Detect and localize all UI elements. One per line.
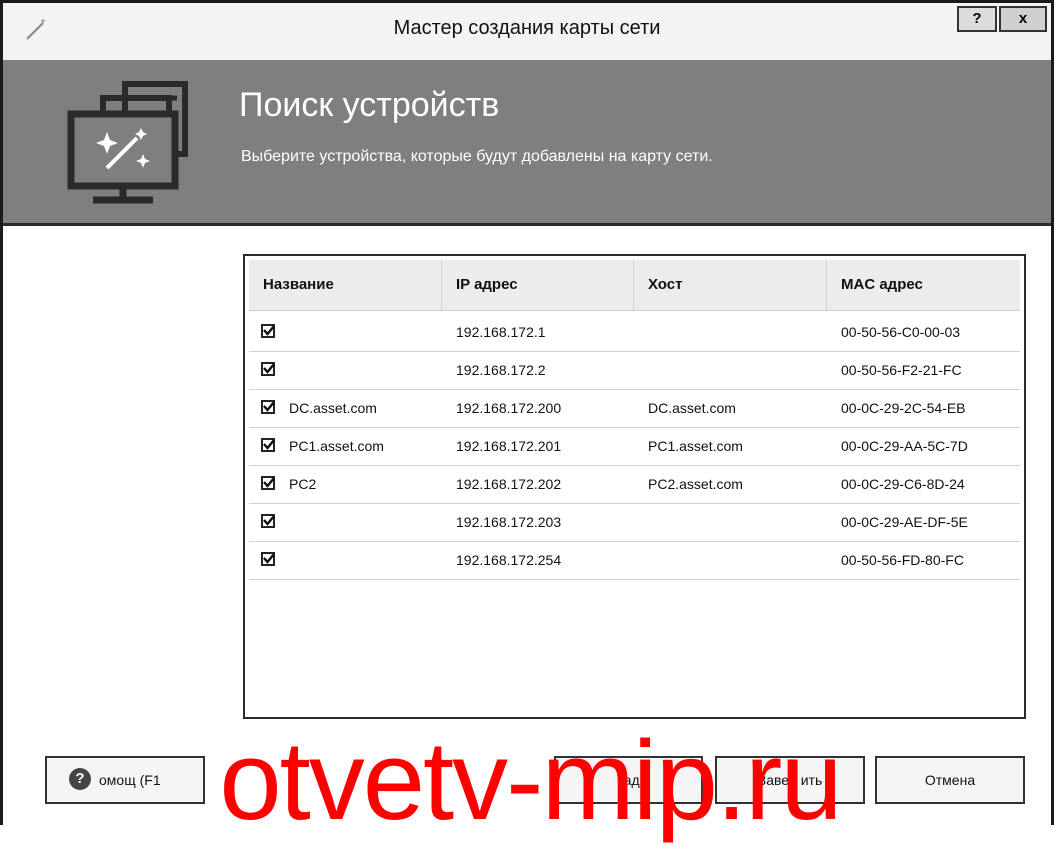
table-row[interactable]: 192.168.172.203 00-0C-29-AE-DF-5E bbox=[249, 504, 1020, 542]
table-row[interactable]: PC1.asset.com 192.168.172.201 PC1.asset.co… bbox=[249, 428, 1020, 466]
ip-address-cell: 192.168.172.200 bbox=[456, 400, 562, 416]
column-header-host[interactable]: Хост bbox=[634, 260, 827, 310]
finish-button[interactable]: Завер ить bbox=[715, 756, 865, 804]
table-row[interactable]: 192.168.172.1 00-50-56-C0-00-03 bbox=[249, 314, 1020, 352]
help-button[interactable]: ? омощ (F1 bbox=[45, 756, 205, 804]
column-header-name[interactable]: Название bbox=[249, 260, 442, 310]
column-header-mac[interactable]: MAC адрес bbox=[827, 260, 1020, 310]
page-subtitle: Выберите устройства, которые будут добав… bbox=[241, 148, 713, 165]
window-title: Мастер создания карты сети bbox=[393, 17, 661, 39]
device-name-cell: DC.asset.com bbox=[289, 400, 377, 416]
host-cell: PC1.asset.com bbox=[648, 438, 743, 454]
ip-address-cell: 192.168.172.202 bbox=[456, 476, 562, 492]
table-row[interactable]: DC.asset.com 192.168.172.200 DC.asset.com 0… bbox=[249, 390, 1020, 428]
mac-address-cell: 00-0C-29-C6-8D-24 bbox=[841, 476, 965, 492]
mac-address-cell: 00-50-56-F2-21-FC bbox=[841, 362, 962, 378]
wizard-window: Мастер создания карты сети ? x Поиск уст… bbox=[0, 0, 1054, 825]
help-title-button[interactable]: ? bbox=[957, 6, 997, 32]
page-title: Поиск устройств bbox=[239, 86, 500, 124]
ip-address-cell: 192.168.172.203 bbox=[456, 514, 562, 530]
ip-address-cell: 192.168.172.2 bbox=[456, 362, 546, 378]
table-row[interactable]: 192.168.172.254 00-50-56-FD-80-FC bbox=[249, 542, 1020, 580]
row-checkbox[interactable] bbox=[261, 400, 275, 414]
mac-address-cell: 00-0C-29-2C-54-EB bbox=[841, 400, 966, 416]
ip-address-cell: 192.168.172.254 bbox=[456, 552, 562, 568]
device-name-cell: PC2 bbox=[289, 476, 317, 492]
mac-address-cell: 00-50-56-FD-80-FC bbox=[841, 552, 964, 568]
help-circle-icon: ? bbox=[69, 768, 91, 790]
row-checkbox[interactable] bbox=[261, 362, 275, 376]
host-cell: PC2.asset.com bbox=[648, 476, 743, 492]
wizard-banner: Поиск устройств Выберите устройства, кот… bbox=[3, 60, 1051, 226]
row-checkbox[interactable] bbox=[261, 514, 275, 528]
ip-address-cell: 192.168.172.1 bbox=[456, 324, 546, 340]
mac-address-cell: 00-0C-29-AA-5C-7D bbox=[841, 438, 968, 454]
close-button[interactable]: x bbox=[999, 6, 1047, 32]
device-table: Название IP адрес Хост MAC адрес 192.168… bbox=[243, 254, 1026, 719]
help-button-label: омощ (F1 bbox=[99, 772, 161, 788]
title-bar: Мастер создания карты сети ? x bbox=[3, 0, 1051, 60]
row-checkbox[interactable] bbox=[261, 324, 275, 338]
cancel-button[interactable]: Отмена bbox=[875, 756, 1025, 804]
row-checkbox[interactable] bbox=[261, 438, 275, 452]
table-row[interactable]: PC2 192.168.172.202 PC2.asset.com 00-0C-29-… bbox=[249, 466, 1020, 504]
mac-address-cell: 00-0C-29-AE-DF-5E bbox=[841, 514, 968, 530]
table-row[interactable]: 192.168.172.2 00-50-56-F2-21-FC bbox=[249, 352, 1020, 390]
row-checkbox[interactable] bbox=[261, 476, 275, 490]
row-checkbox[interactable] bbox=[261, 552, 275, 566]
table-header: Название IP адрес Хост MAC адрес bbox=[249, 260, 1020, 311]
mac-address-cell: 00-50-56-C0-00-03 bbox=[841, 324, 961, 340]
ip-address-cell: 192.168.172.201 bbox=[456, 438, 562, 454]
device-name-cell: PC1.asset.com bbox=[289, 438, 384, 454]
network-map-monitor-icon bbox=[67, 81, 188, 204]
column-header-ip[interactable]: IP адрес bbox=[442, 260, 634, 310]
back-button[interactable]: зад bbox=[554, 756, 703, 804]
host-cell: DC.asset.com bbox=[648, 400, 736, 416]
